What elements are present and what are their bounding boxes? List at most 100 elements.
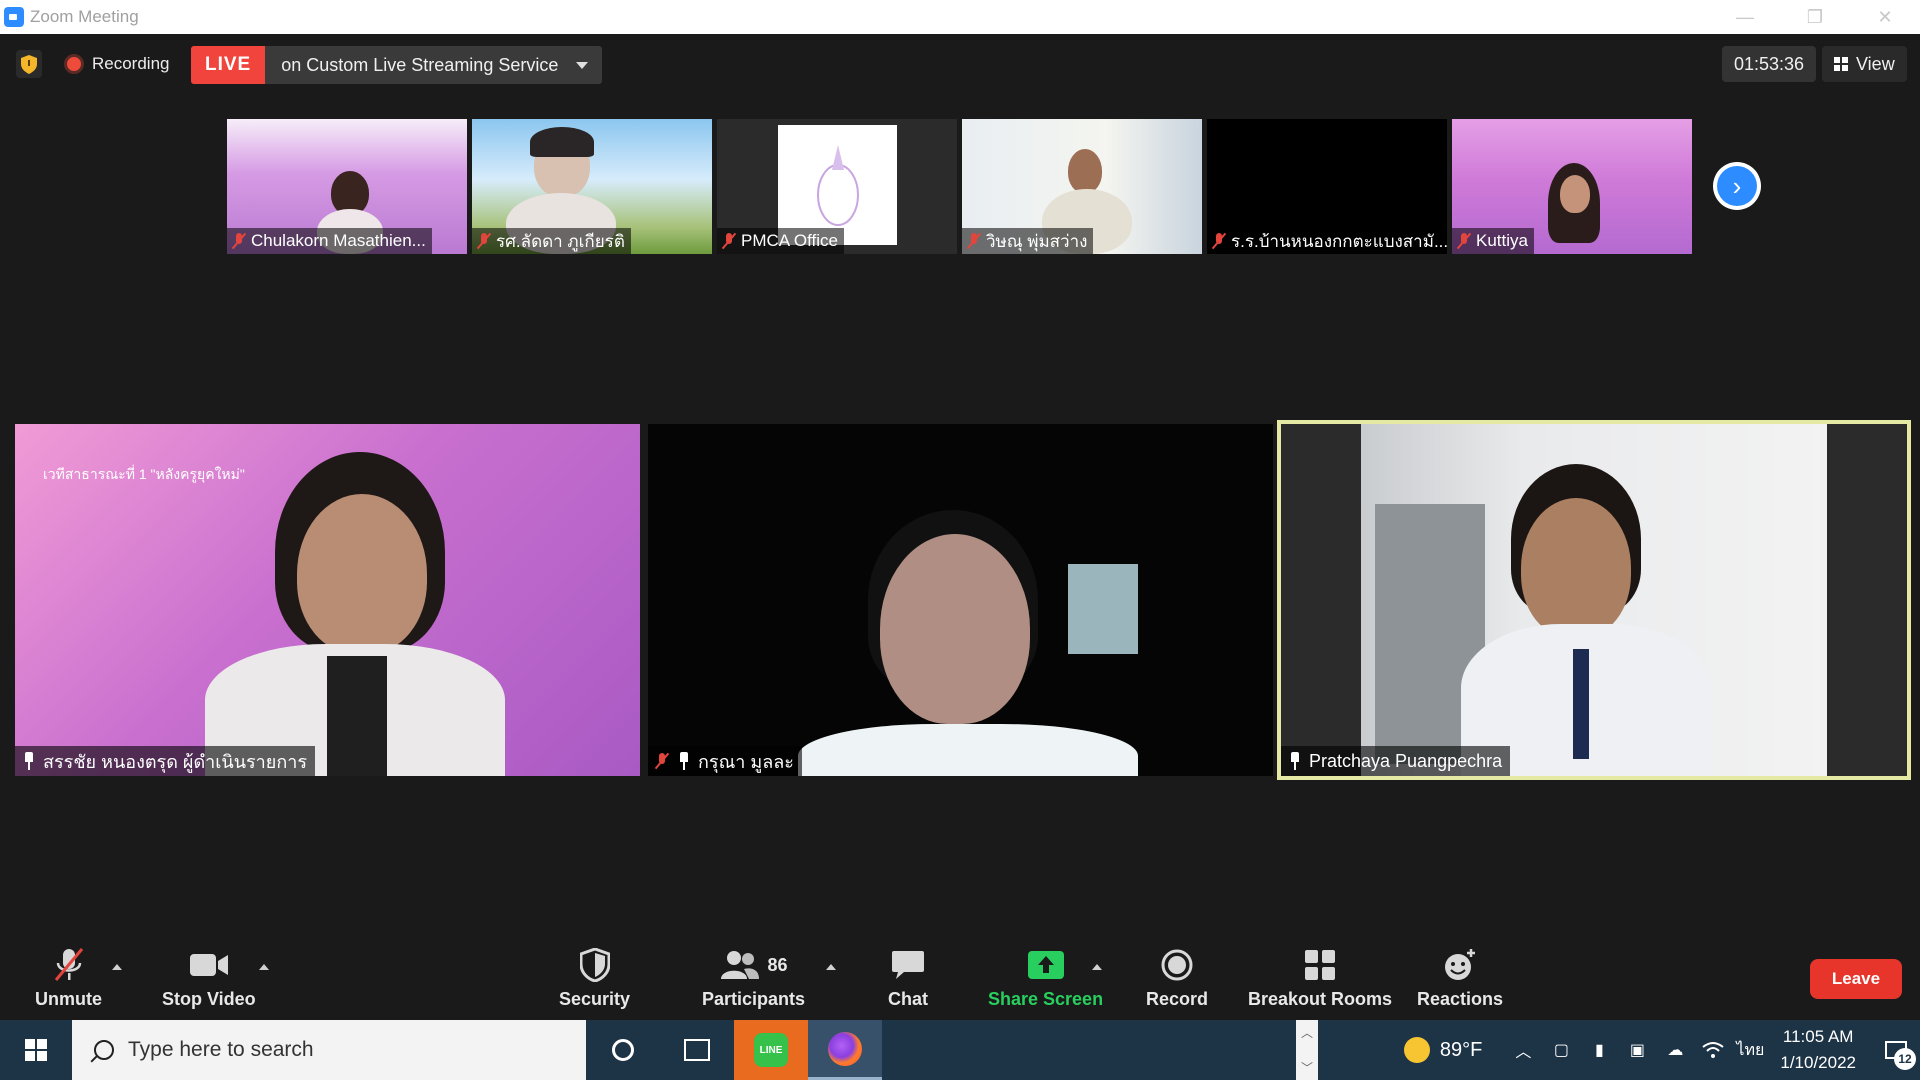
participant-video [1521, 498, 1631, 638]
chat-bubble-icon [891, 945, 925, 985]
reactions-button[interactable]: Reactions [1417, 945, 1503, 1010]
video-tile[interactable]: กรุณา มูลละ [648, 424, 1273, 776]
close-button[interactable]: ✕ [1850, 0, 1920, 34]
cortana-icon [612, 1039, 634, 1061]
firefox-app-button[interactable] [808, 1020, 882, 1080]
participant-thumbnail[interactable]: รศ.ลัดดา ภูเกียรติ [472, 119, 712, 254]
participant-video [1068, 149, 1102, 193]
share-screen-button[interactable]: Share Screen [988, 945, 1103, 1010]
wifi-icon[interactable] [1698, 1035, 1728, 1065]
chat-button[interactable]: Chat [888, 945, 928, 1010]
breakout-rooms-button[interactable]: Breakout Rooms [1248, 945, 1392, 1010]
unmute-button[interactable]: Unmute [35, 945, 102, 1010]
minimize-button[interactable]: — [1710, 0, 1780, 34]
share-screen-icon [1027, 945, 1065, 985]
live-stream-indicator[interactable]: LIVE on Custom Live Streaming Service [191, 46, 603, 84]
muted-mic-icon [654, 752, 670, 770]
zoom-app-icon [4, 7, 24, 27]
clock-time: 11:05 AM [1782, 1027, 1854, 1046]
participant-thumbnail[interactable]: ร.ร.บ้านหนองกกตะแบงสามั... [1207, 119, 1447, 254]
weather-widget[interactable]: 89°F [1403, 1037, 1482, 1063]
pin-icon [1287, 752, 1303, 770]
muted-mic-icon [1211, 232, 1227, 250]
microphone-icon[interactable]: ▮ [1584, 1035, 1614, 1065]
participant-thumbnail-strip: Chulakorn Masathien... รศ.ลัดดา ภูเกียรต… [227, 119, 1692, 254]
muted-mic-icon [476, 232, 492, 250]
participant-name-tag: Pratchaya Puangpechra [1281, 746, 1511, 776]
window-title: Zoom Meeting [30, 7, 139, 26]
live-service-label: on Custom Live Streaming Service [281, 54, 559, 75]
video-tile[interactable]: เวทีสาธารณะที่ 1 "หลังครูยุคใหม่" สรรชัย… [15, 424, 640, 776]
participant-name: รศ.ลัดดา ภูเกียรติ [496, 231, 625, 251]
pin-icon [21, 752, 37, 770]
stop-video-button[interactable]: Stop Video [162, 945, 256, 1010]
tile-banner-text: เวทีสาธารณะที่ 1 "หลังครูยุคใหม่" [43, 466, 245, 482]
windows-logo-icon [25, 1039, 47, 1061]
video-camera-icon [189, 945, 229, 985]
recording-label: Recording [92, 54, 170, 73]
participant-name-tag: PMCA Office [717, 228, 844, 254]
start-button[interactable] [0, 1020, 72, 1080]
language-indicator[interactable]: ไทย [1736, 1035, 1764, 1065]
participant-name: กรุณา มูลละ [698, 751, 794, 772]
chevron-right-icon: › [1717, 166, 1757, 206]
participant-logo-card [778, 125, 897, 245]
record-button[interactable]: Record [1146, 945, 1208, 1010]
reactions-label: Reactions [1417, 989, 1504, 1009]
grid-view-icon [1834, 57, 1848, 71]
firefox-icon [828, 1031, 862, 1066]
participant-thumbnail[interactable]: วิษณุ พุ่มสว่าง [962, 119, 1202, 254]
participant-name-tag: Chulakorn Masathien... [227, 228, 432, 254]
windows-taskbar: Type here to search LINE ︿ ﹀ 89°F ︿ ▢ ▮ … [0, 1020, 1920, 1080]
taskbar-scroller[interactable]: ︿ ﹀ [1296, 1020, 1318, 1080]
participant-video [327, 656, 387, 776]
clock-date: 1/10/2022 [1780, 1053, 1856, 1072]
encryption-shield-icon[interactable] [16, 50, 42, 78]
window-controls: — ❐ ✕ [1710, 0, 1920, 34]
video-options-chevron-icon[interactable] [259, 964, 269, 970]
meeting-area: Recording LIVE on Custom Live Streaming … [0, 34, 1920, 1020]
cortana-button[interactable] [586, 1020, 660, 1080]
pin-icon [676, 752, 692, 770]
participants-button[interactable]: 86 Participants [702, 945, 805, 1010]
participant-video [880, 534, 1030, 724]
chevron-up-icon: ︿ [1300, 1026, 1313, 1040]
audio-options-chevron-icon[interactable] [112, 964, 122, 970]
display-icon[interactable]: ▣ [1622, 1035, 1652, 1065]
record-label: Record [1146, 989, 1209, 1009]
taskbar-search-input[interactable]: Type here to search [72, 1020, 586, 1080]
cloud-icon[interactable]: ☁ [1660, 1035, 1690, 1065]
system-tray: 89°F ︿ ▢ ▮ ▣ ☁ ไทย 11:05 AM 1/10/2022 12 [1403, 1020, 1920, 1080]
task-view-button[interactable] [660, 1020, 734, 1080]
recording-dot-icon [64, 54, 84, 74]
security-label: Security [559, 989, 631, 1009]
participants-options-chevron-icon[interactable] [826, 964, 836, 970]
participant-name: Kuttiya [1476, 231, 1528, 250]
security-button[interactable]: Security [559, 945, 630, 1010]
participant-thumbnail[interactable]: Kuttiya [1452, 119, 1692, 254]
view-button[interactable]: View [1822, 46, 1907, 82]
participant-video [1068, 564, 1138, 654]
record-icon [1161, 945, 1193, 985]
task-view-icon [684, 1039, 710, 1061]
active-speaker-tile[interactable]: Pratchaya Puangpechra [1277, 420, 1911, 780]
notification-center-button[interactable]: 12 [1872, 1020, 1920, 1080]
live-service-dropdown[interactable]: on Custom Live Streaming Service [265, 46, 602, 84]
next-page-button[interactable]: › [1713, 162, 1761, 210]
participant-video [297, 494, 427, 654]
participant-thumbnail[interactable]: PMCA Office [717, 119, 957, 254]
chevron-up-icon[interactable]: ︿ [1508, 1035, 1538, 1065]
meet-now-icon[interactable]: ▢ [1546, 1035, 1576, 1065]
line-app-button[interactable]: LINE [734, 1020, 808, 1080]
leave-button[interactable]: Leave [1810, 959, 1902, 999]
system-clock[interactable]: 11:05 AM 1/10/2022 [1780, 1024, 1856, 1076]
participant-name: PMCA Office [741, 231, 838, 250]
participant-name-tag: วิษณุ พุ่มสว่าง [962, 228, 1094, 254]
recording-indicator[interactable]: Recording [64, 50, 170, 78]
search-icon [94, 1040, 114, 1060]
smiley-plus-icon [1443, 945, 1477, 985]
share-options-chevron-icon[interactable] [1092, 964, 1102, 970]
participant-name: สรรชัย หนองตรุด ผู้ดำเนินรายการ [43, 751, 308, 772]
restore-button[interactable]: ❐ [1780, 0, 1850, 34]
participant-thumbnail[interactable]: Chulakorn Masathien... [227, 119, 467, 254]
